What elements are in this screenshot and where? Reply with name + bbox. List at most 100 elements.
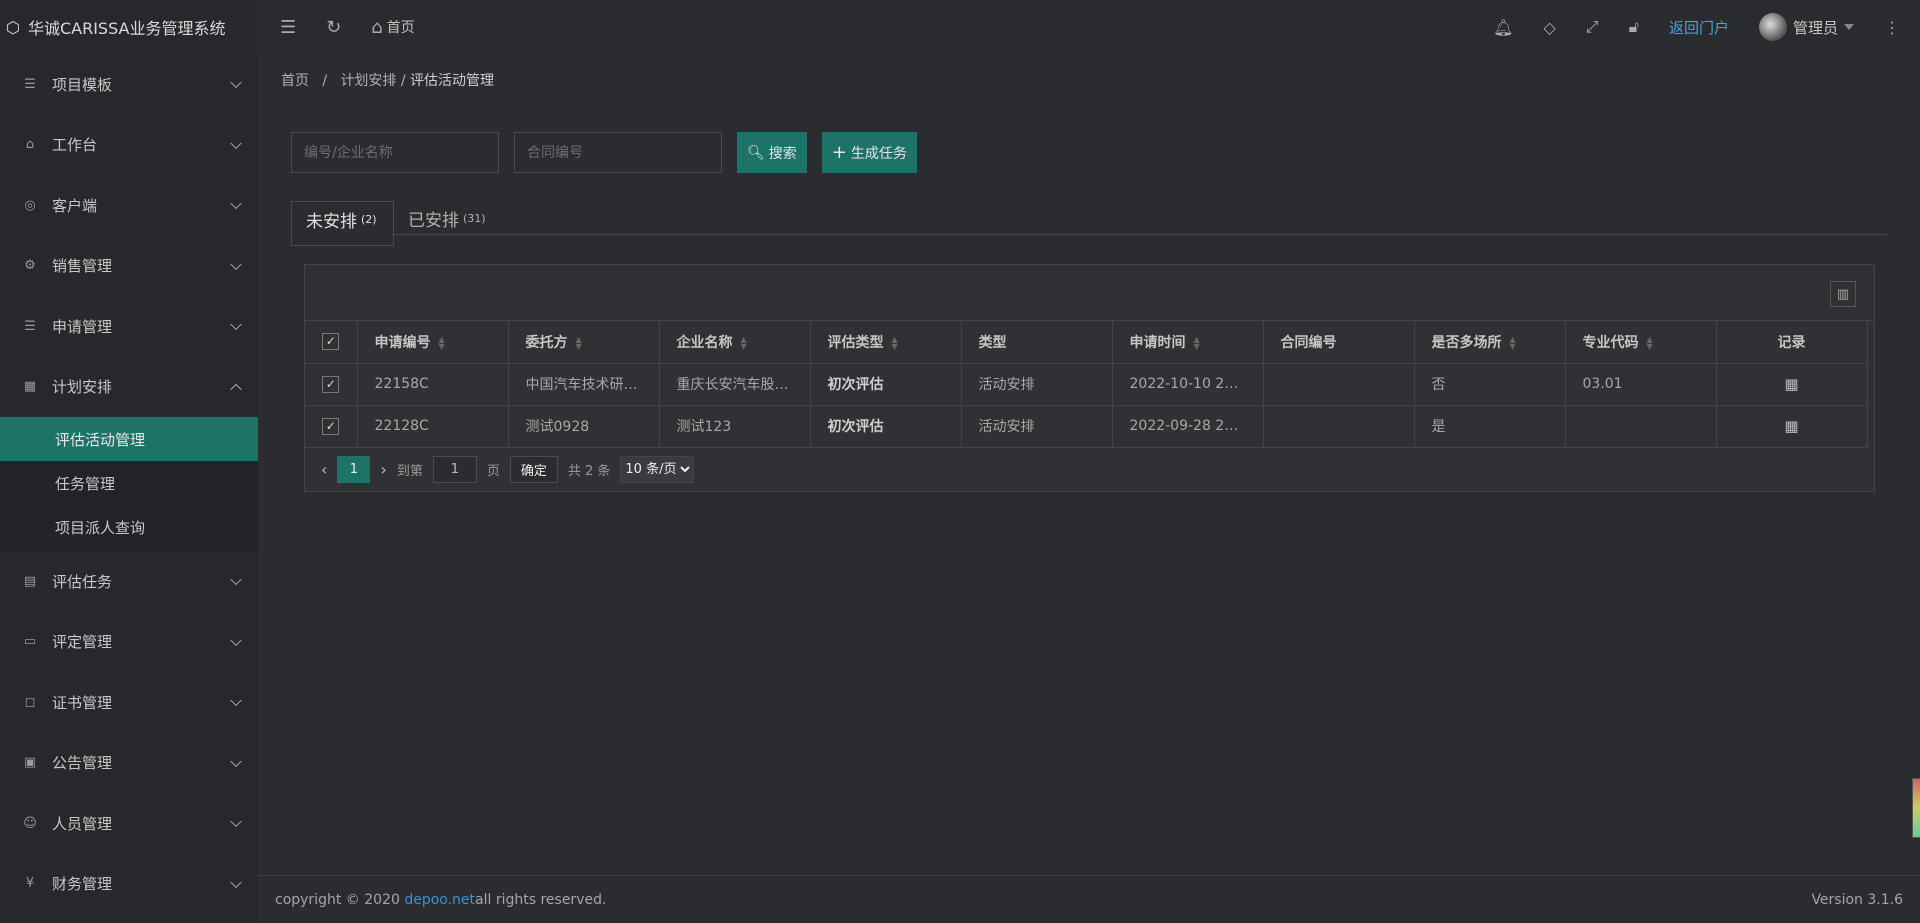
table-cell: 是	[1414, 405, 1566, 448]
sort-icon[interactable]: ▲ ▼	[1647, 335, 1653, 350]
sidebar-item-0[interactable]: ☰ 项目模板	[0, 54, 258, 115]
floating-widget[interactable]	[1912, 778, 1920, 838]
lock-icon[interactable]: 🔓︎	[1629, 17, 1639, 37]
more-vertical-icon[interactable]: ⋮	[1884, 18, 1900, 37]
table-cell: 2022-09-28 20:00	[1112, 405, 1264, 448]
select-all-checkbox[interactable]: ✓	[322, 333, 340, 351]
contract-number-input[interactable]	[514, 132, 722, 173]
column-header[interactable]: 专业代码 ▲ ▼	[1565, 321, 1717, 364]
sidebar-item-3[interactable]: ⚙ 销售管理	[0, 236, 258, 297]
submenu-item-0[interactable]: 评估活动管理	[0, 417, 258, 461]
sidebar-item-label: 人员管理	[52, 814, 113, 833]
submenu-item-2[interactable]: 项目派人查询	[0, 505, 258, 549]
footer: copyright © 2020 depoo.net all rights re…	[258, 875, 1920, 923]
return-portal-link[interactable]: 返回门户	[1669, 17, 1729, 38]
table-row[interactable]: ✓ 22158C中国汽车技术研究中心重庆长安汽车股份有限公司初次评估活动安排202…	[305, 363, 1868, 406]
table-cell: 测试123	[659, 405, 811, 448]
chevron-down-icon	[230, 755, 242, 767]
sort-icon[interactable]: ▲ ▼	[1510, 335, 1516, 350]
page-unit: 页	[486, 463, 500, 479]
tab-underline	[291, 236, 394, 246]
prev-page-icon[interactable]: ‹	[321, 460, 327, 479]
sidebar-item-8[interactable]: ◻ 证书管理	[0, 672, 258, 733]
sidebar-item-label: 证书管理	[52, 693, 113, 712]
goto-label: 到第	[396, 463, 423, 479]
sort-icon[interactable]: ▲ ▼	[741, 335, 747, 350]
table-cell: 03.01	[1565, 363, 1717, 406]
breadcrumb-home[interactable]: 首页	[281, 73, 309, 89]
depoo-link[interactable]: depoo.net	[404, 892, 475, 908]
column-header[interactable]: 企业名称 ▲ ▼	[659, 321, 811, 364]
sidebar-item-11[interactable]: ¥ 财务管理	[0, 854, 258, 915]
column-header[interactable]: 委托方 ▲ ▼	[508, 321, 660, 364]
code-name-input[interactable]	[291, 132, 499, 173]
layers-icon: ☰	[24, 76, 36, 92]
user-menu[interactable]: 管理员	[1758, 13, 1854, 41]
table-cell	[1263, 363, 1415, 406]
table-cell	[1263, 405, 1415, 448]
table-cell: 初次评估	[810, 405, 962, 448]
sort-icon[interactable]: ▲ ▼	[1194, 335, 1200, 350]
column-header[interactable]: 申请时间 ▲ ▼	[1112, 321, 1264, 364]
sidebar-item-label: 评定管理	[52, 633, 113, 652]
column-filter-icon[interactable]: ▥	[1830, 281, 1856, 307]
breadcrumb-separator: /	[322, 73, 328, 89]
breadcrumb: 首页 / 计划安排 / 评估活动管理	[281, 70, 494, 90]
sidebar-item-1[interactable]: ⌂ 工作台	[0, 115, 258, 176]
sidebar-item-9[interactable]: ▣ 公告管理	[0, 733, 258, 794]
column-header[interactable]: 评估类型 ▲ ▼	[810, 321, 962, 364]
sidebar-item-10[interactable]: ☺ 人员管理	[0, 793, 258, 854]
page-size-select[interactable]: 10 条/页	[620, 455, 695, 483]
chevron-down-icon	[230, 573, 242, 586]
sidebar-item-2[interactable]: ◎ 客户端	[0, 175, 258, 236]
sidebar-item-label: 销售管理	[52, 257, 113, 276]
user-name: 管理员	[1792, 18, 1838, 37]
goto-confirm-button[interactable]: 确定	[509, 455, 558, 483]
search-bar: 🔍︎搜索 +生成任务	[291, 132, 917, 173]
breadcrumb-plan[interactable]: 计划安排 /	[340, 73, 405, 89]
top-header: ☰ ↻ ⌂ 首页 🔔︎ ◇ ⤢ 🔓︎ 返回门户 管理员 ⋮	[258, 0, 1920, 54]
column-header[interactable]: 是否多场所 ▲ ▼	[1414, 321, 1566, 364]
tab-unscheduled[interactable]: 未安排 (2)	[291, 201, 394, 236]
sort-icon[interactable]: ▲ ▼	[892, 335, 898, 350]
row-select-cell: ✓	[305, 405, 358, 448]
sort-icon[interactable]: ▲ ▼	[439, 335, 445, 350]
sidebar-item-label: 申请管理	[52, 317, 113, 336]
row-select-cell: ✓	[305, 363, 358, 406]
calendar-icon: ▤	[23, 573, 37, 589]
sidebar-item-label: 公告管理	[52, 754, 113, 773]
generate-task-button[interactable]: + 生成任务	[821, 132, 917, 173]
sidebar-item-5[interactable]: ▦ 计划安排	[0, 357, 258, 418]
total-count: 共 2 条	[567, 463, 611, 479]
sort-icon[interactable]: ▲ ▼	[576, 335, 582, 350]
sidebar-item-7[interactable]: ▭ 评定管理	[0, 612, 258, 673]
sidebar-item-6[interactable]: ▤ 评估任务	[0, 551, 258, 612]
row-checkbox[interactable]: ✓	[322, 417, 340, 435]
clipboard-icon: ▣	[23, 755, 37, 771]
home-tab[interactable]: ⌂ 首页	[371, 17, 414, 38]
search-button[interactable]: 🔍︎ 搜索	[737, 132, 807, 173]
tag-icon[interactable]: ◇	[1543, 18, 1555, 37]
avatar	[1758, 13, 1787, 41]
table-cell: 初次评估	[810, 363, 962, 406]
next-page-icon[interactable]: ›	[380, 460, 386, 479]
pagination: ‹ 1 › 到第 页 确定 共 2 条 10 条/页	[305, 448, 1874, 491]
sidebar-item-4[interactable]: ☰ 申请管理	[0, 296, 258, 357]
tab-scheduled[interactable]: 已安排 (31)	[394, 201, 500, 235]
refresh-button[interactable]: ↻	[326, 17, 341, 38]
page-1[interactable]: 1	[337, 455, 371, 483]
table-grid-icon[interactable]: ▦	[1784, 417, 1798, 435]
table-cell: 否	[1414, 363, 1566, 406]
submenu-item-1[interactable]: 任务管理	[0, 461, 258, 505]
table-row[interactable]: ✓ 22128C 测试0928 测试123 初次评估 活动安排 2022-09-28 20:…	[305, 405, 1868, 448]
row-checkbox[interactable]: ✓	[322, 375, 340, 393]
sidebar-item-label: 项目模板	[52, 75, 113, 94]
goto-page-input[interactable]	[432, 455, 477, 483]
table-grid-icon[interactable]: ▦	[1784, 375, 1798, 393]
fullscreen-icon[interactable]: ⤢	[1586, 17, 1599, 37]
table-cell: 中国汽车技术研究中心	[508, 363, 660, 406]
table-cell: 重庆长安汽车股份有限公司	[659, 363, 811, 406]
column-header[interactable]: 申请编号 ▲ ▼	[357, 321, 509, 364]
bell-icon[interactable]: 🔔︎	[1493, 18, 1513, 37]
toggle-sidebar-button[interactable]: ☰	[280, 17, 296, 38]
